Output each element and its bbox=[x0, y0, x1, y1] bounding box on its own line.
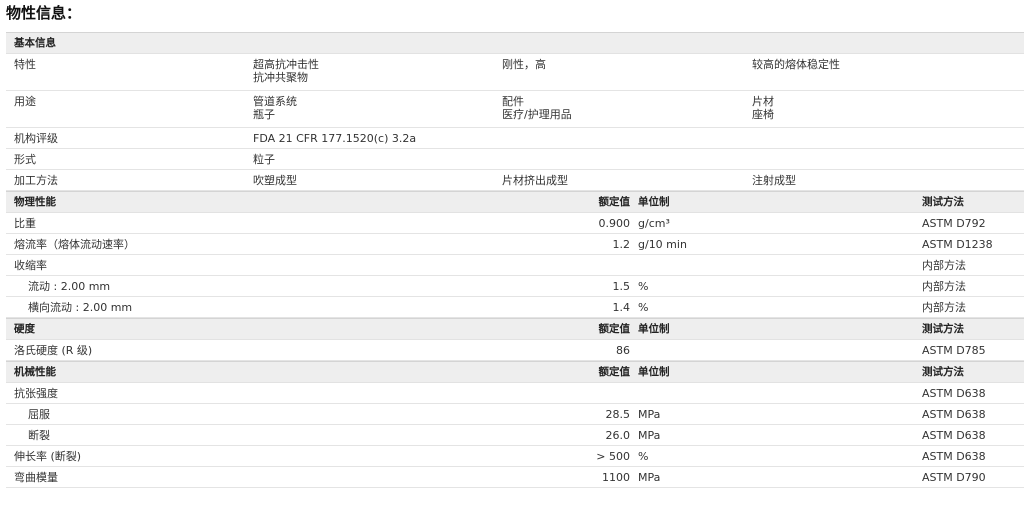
test-method-cell: 内部方法 bbox=[922, 301, 966, 314]
row-label: 横向流动 : 2.00 mm bbox=[28, 301, 133, 314]
table-row: 流动 : 2.00 mm 1.5 % 内部方法 bbox=[6, 276, 1024, 297]
row-label: 伸长率 (断裂) bbox=[14, 450, 82, 463]
table-row: 洛氏硬度 (R 级) 86 ASTM D785 bbox=[6, 340, 1024, 361]
row-label: 洛氏硬度 (R 级) bbox=[14, 344, 93, 357]
table-row: 加工方法 吹塑成型 片材挤出成型 注射成型 bbox=[6, 170, 1024, 191]
table-row: 用途 管道系统 瓶子 配件 医疗/护理用品 片材 座椅 bbox=[6, 91, 1024, 128]
cell-text: 超高抗冲击性 抗冲共聚物 bbox=[253, 58, 319, 84]
page-title: 物性信息： bbox=[6, 4, 82, 22]
section-title: 物理性能 bbox=[14, 196, 56, 208]
row-label: 抗张强度 bbox=[14, 387, 58, 400]
table-row: 断裂 26.0 MPa ASTM D638 bbox=[6, 425, 1024, 446]
section-title: 基本信息 bbox=[14, 37, 56, 49]
cell-line: 片材 bbox=[752, 95, 774, 108]
cell-line: 瓶子 bbox=[253, 108, 275, 121]
test-method-cell: ASTM D785 bbox=[922, 344, 986, 357]
cell-text: 较高的熔体稳定性 bbox=[752, 58, 840, 71]
cell-text: 刚性，高 bbox=[502, 58, 546, 71]
unit-cell: g/cm³ bbox=[638, 217, 670, 230]
value-cell: 86 bbox=[616, 344, 630, 357]
row-label: 加工方法 bbox=[14, 174, 58, 187]
section-title: 硬度 bbox=[14, 323, 35, 335]
cell-line: 配件 bbox=[502, 95, 524, 108]
value-cell: 0.900 bbox=[598, 217, 631, 230]
section-title: 机械性能 bbox=[14, 366, 56, 378]
column-header-value: 额定值 bbox=[598, 323, 631, 335]
row-label: 收缩率 bbox=[14, 259, 47, 272]
column-header-test: 测试方法 bbox=[922, 323, 964, 335]
value-cell: 1.5 bbox=[612, 280, 631, 293]
cell-text: 片材挤出成型 bbox=[502, 174, 568, 187]
column-header-test: 测试方法 bbox=[922, 196, 964, 208]
value-cell: 26.0 bbox=[605, 429, 631, 442]
unit-cell: MPa bbox=[638, 408, 661, 421]
unit-cell: MPa bbox=[638, 471, 661, 484]
value-cell: > 500 bbox=[596, 450, 630, 463]
test-method-cell: ASTM D638 bbox=[922, 387, 986, 400]
unit-cell: % bbox=[638, 280, 649, 293]
value-cell: 1.4 bbox=[612, 301, 631, 314]
cell-line: 管道系统 bbox=[253, 95, 297, 108]
row-label: 用途 bbox=[14, 95, 36, 108]
row-label: 形式 bbox=[14, 153, 36, 166]
row-label: 比重 bbox=[14, 217, 36, 230]
table-row: 屈服 28.5 MPa ASTM D638 bbox=[6, 404, 1024, 425]
table-row: 机构评级 FDA 21 CFR 177.1520(c) 3.2a bbox=[6, 128, 1024, 149]
row-label: 熔流率（熔体流动速率） bbox=[14, 238, 135, 251]
cell-line: 抗冲共聚物 bbox=[253, 71, 308, 84]
column-header-value: 额定值 bbox=[598, 196, 631, 208]
test-method-cell: 内部方法 bbox=[922, 259, 966, 272]
table-row: 比重 0.900 g/cm³ ASTM D792 bbox=[6, 213, 1024, 234]
table-row: 抗张强度 ASTM D638 bbox=[6, 383, 1024, 404]
test-method-cell: ASTM D1238 bbox=[922, 238, 993, 251]
table-row: 弯曲模量 1100 MPa ASTM D790 bbox=[6, 467, 1024, 488]
table-row: 熔流率（熔体流动速率） 1.2 g/10 min ASTM D1238 bbox=[6, 234, 1024, 255]
table-row: 收缩率 内部方法 bbox=[6, 255, 1024, 276]
test-method-cell: 内部方法 bbox=[922, 280, 966, 293]
cell-line: 座椅 bbox=[752, 108, 774, 121]
cell-line: 超高抗冲击性 bbox=[253, 58, 319, 71]
unit-cell: % bbox=[638, 301, 649, 314]
row-label: 机构评级 bbox=[14, 132, 58, 145]
row-label: 屈服 bbox=[28, 408, 50, 421]
cell-text: FDA 21 CFR 177.1520(c) 3.2a bbox=[253, 132, 417, 145]
column-header-unit: 单位制 bbox=[638, 323, 670, 335]
properties-sheet: 基本信息 特性 超高抗冲击性 抗冲共聚物 刚性，高 较高的熔体稳定性 用途 管道… bbox=[6, 32, 1024, 488]
value-cell: 1100 bbox=[602, 471, 630, 484]
section-header-basic: 基本信息 bbox=[6, 32, 1024, 54]
cell-text: 管道系统 瓶子 bbox=[253, 95, 297, 121]
section-header-hardness: 硬度 额定值 单位制 测试方法 bbox=[6, 318, 1024, 340]
test-method-cell: ASTM D792 bbox=[922, 217, 986, 230]
value-cell: 1.2 bbox=[612, 238, 631, 251]
section-header-physical: 物理性能 额定值 单位制 测试方法 bbox=[6, 191, 1024, 213]
test-method-cell: ASTM D638 bbox=[922, 408, 986, 421]
cell-text: 吹塑成型 bbox=[253, 174, 297, 187]
row-label: 特性 bbox=[14, 58, 36, 71]
row-label: 断裂 bbox=[28, 429, 50, 442]
table-row: 特性 超高抗冲击性 抗冲共聚物 刚性，高 较高的熔体稳定性 bbox=[6, 54, 1024, 91]
column-header-unit: 单位制 bbox=[638, 366, 670, 378]
table-row: 伸长率 (断裂) > 500 % ASTM D638 bbox=[6, 446, 1024, 467]
test-method-cell: ASTM D638 bbox=[922, 450, 986, 463]
cell-text: 注射成型 bbox=[752, 174, 796, 187]
row-label: 流动 : 2.00 mm bbox=[28, 280, 111, 293]
cell-text: 片材 座椅 bbox=[752, 95, 774, 121]
unit-cell: MPa bbox=[638, 429, 661, 442]
test-method-cell: ASTM D638 bbox=[922, 429, 986, 442]
cell-line: 医疗/护理用品 bbox=[502, 108, 572, 121]
row-label: 弯曲模量 bbox=[14, 471, 58, 484]
table-row: 横向流动 : 2.00 mm 1.4 % 内部方法 bbox=[6, 297, 1024, 318]
column-header-value: 额定值 bbox=[598, 366, 631, 378]
column-header-unit: 单位制 bbox=[638, 196, 670, 208]
unit-cell: g/10 min bbox=[638, 238, 687, 251]
table-row: 形式 粒子 bbox=[6, 149, 1024, 170]
value-cell: 28.5 bbox=[605, 408, 631, 421]
column-header-test: 测试方法 bbox=[922, 366, 964, 378]
section-header-mechanical: 机械性能 额定值 单位制 测试方法 bbox=[6, 361, 1024, 383]
cell-text: 配件 医疗/护理用品 bbox=[502, 95, 572, 121]
cell-text: 粒子 bbox=[253, 153, 275, 166]
unit-cell: % bbox=[638, 450, 649, 463]
test-method-cell: ASTM D790 bbox=[922, 471, 986, 484]
